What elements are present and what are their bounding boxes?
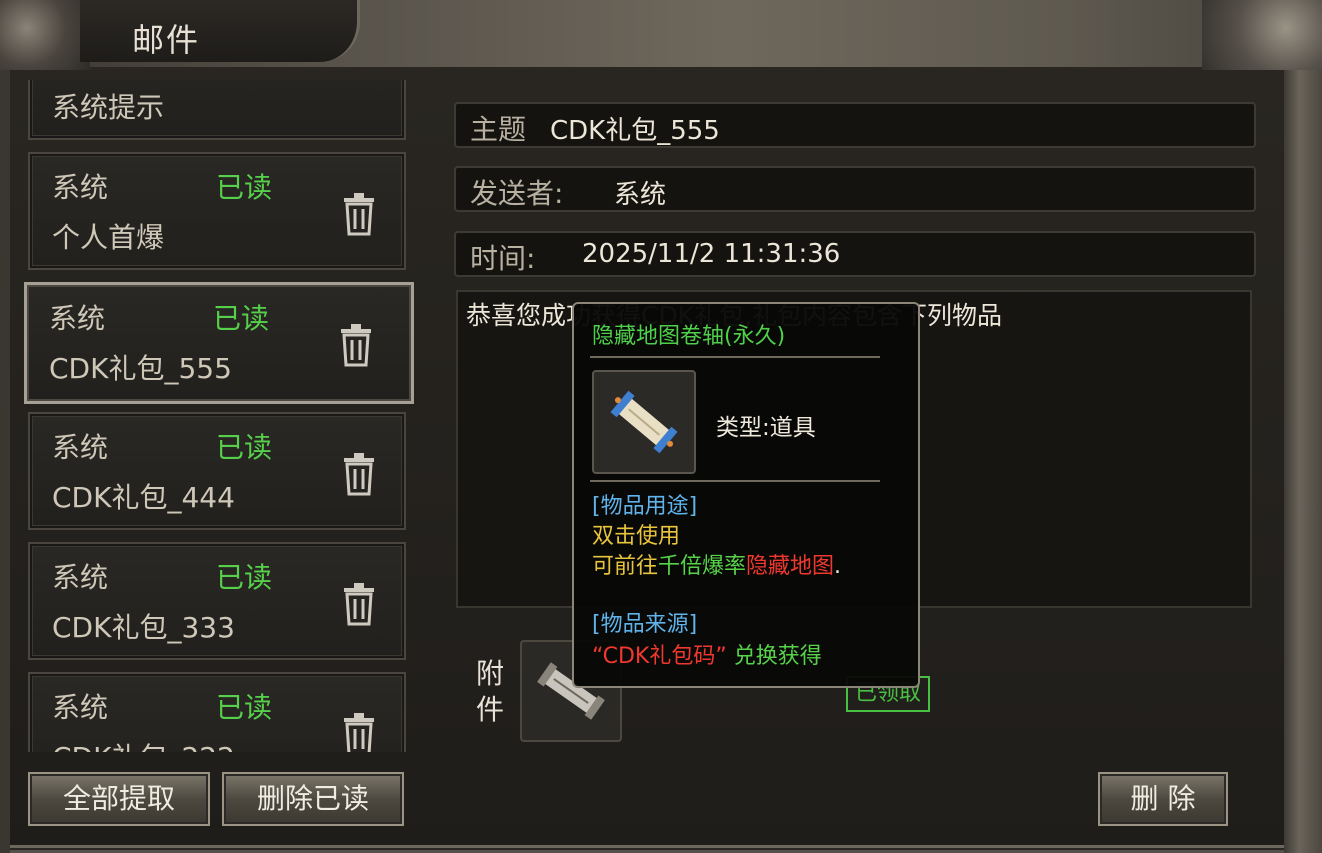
mail-subject: CDK礼包_222: [52, 736, 235, 752]
delete-button[interactable]: 删 除: [1098, 772, 1228, 826]
ornament-left: [0, 0, 90, 70]
tooltip-item-type: 类型:道具: [716, 415, 816, 441]
mail-subject: CDK礼包_333: [52, 611, 235, 644]
tooltip-divider: [590, 480, 880, 482]
trash-icon[interactable]: [337, 323, 375, 367]
usage-period: .: [834, 554, 842, 579]
claim-all-button[interactable]: 全部提取: [28, 772, 210, 826]
mail-subject: 个人首爆: [52, 221, 165, 254]
mail-subject: CDK礼包_555: [49, 352, 232, 385]
scroll-item-icon: [610, 390, 678, 454]
item-tooltip: 隐藏地图卷轴(永久) 类型:道具 [物品用途] 双击使用 可前往千倍爆率隐藏地图…: [572, 302, 920, 688]
tooltip-item-name: 隐藏地图卷轴(永久): [592, 324, 786, 349]
usage-text: 可前往: [592, 554, 659, 579]
tooltip-item-icon-frame: [592, 370, 696, 474]
trash-icon[interactable]: [340, 452, 378, 496]
mail-status: 已读: [216, 691, 273, 724]
frame-right-border: [1284, 70, 1322, 853]
mail-status: 已读: [216, 561, 273, 594]
mail-item[interactable]: 系统 已读 CDK礼包_444: [28, 412, 406, 530]
subject-label: 主题: [470, 113, 527, 146]
mail-sender: 系统提示: [52, 91, 165, 124]
mail-sender: 系统: [49, 302, 106, 335]
window-title: 邮件: [132, 21, 201, 59]
delete-read-button[interactable]: 删除已读: [222, 772, 404, 826]
tooltip-divider: [590, 356, 880, 358]
mail-sender: 系统: [52, 171, 109, 204]
title-tab: [80, 0, 360, 62]
subject-value: CDK礼包_555: [550, 116, 720, 146]
mail-item[interactable]: 系统 已读 CDK礼包_333: [28, 542, 406, 660]
mail-status: 已读: [216, 171, 273, 204]
mail-status: 已读: [216, 431, 273, 464]
mail-status: 已读: [213, 302, 270, 335]
mail-sender: 系统: [52, 691, 109, 724]
trash-icon[interactable]: [340, 712, 378, 752]
ornament-right: [1202, 0, 1322, 70]
subject-field: 主题 CDK礼包_555: [454, 102, 1256, 148]
usage-highlight-map: 隐藏地图: [746, 554, 835, 579]
title-bar: 邮件: [0, 0, 1322, 70]
attachment-label: 附件: [476, 657, 505, 726]
mail-sender: 系统: [52, 431, 109, 464]
time-label: 时间:: [470, 242, 536, 275]
usage-line-2: 可前往千倍爆率隐藏地图.: [592, 548, 841, 580]
trash-icon[interactable]: [340, 192, 378, 236]
usage-header: [物品用途]: [592, 494, 698, 519]
mail-item-selected[interactable]: 系统 已读 CDK礼包_555: [24, 282, 414, 404]
time-field: 时间: 2025/11/2 11:31:36: [454, 231, 1256, 277]
mail-item[interactable]: 系统 已读 CDK礼包_222: [28, 672, 406, 752]
source-method: 兑换获得: [733, 644, 822, 669]
mail-subject: CDK礼包_444: [52, 481, 235, 514]
sender-value: 系统: [614, 180, 667, 210]
usage-line-1: 双击使用: [592, 524, 681, 549]
trash-icon[interactable]: [340, 582, 378, 626]
source-header: [物品来源]: [592, 612, 698, 637]
time-value: 2025/11/2 11:31:36: [582, 239, 841, 269]
mail-item[interactable]: 系统提示: [28, 80, 406, 140]
source-line: “CDK礼包码” 兑换获得: [592, 638, 822, 670]
sender-field: 发送者: 系统: [454, 166, 1256, 212]
frame-left-border: [0, 70, 10, 853]
usage-highlight-rate: 千倍爆率: [658, 554, 747, 579]
mail-list[interactable]: 系统提示 系统 已读 个人首爆 系统 已读 CDK礼包_555 系统 已读 CD…: [14, 80, 418, 752]
mail-sender: 系统: [52, 561, 109, 594]
source-code: “CDK礼包码”: [592, 644, 727, 669]
sender-label: 发送者:: [470, 177, 564, 210]
mail-item[interactable]: 系统 已读 个人首爆: [28, 152, 406, 270]
